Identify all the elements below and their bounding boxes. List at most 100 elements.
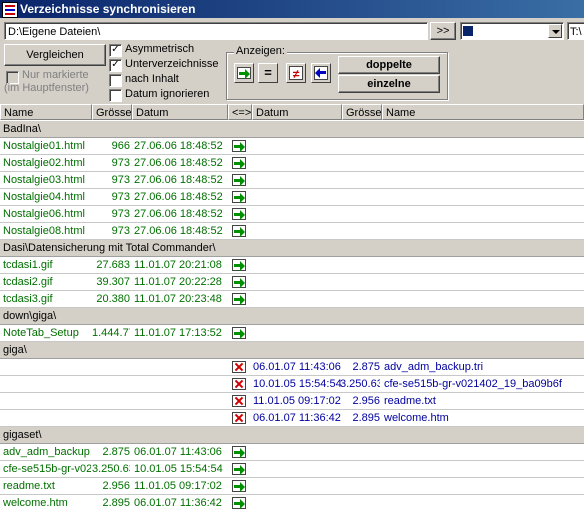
left-size-cell: 27.683	[96, 259, 130, 271]
file-row[interactable]: tcdasi3.gif 20.380 11.01.07 20:23:48	[0, 291, 584, 308]
col-left-size[interactable]: Grösse	[92, 104, 132, 120]
file-row[interactable]: tcdasi2.gif 39.307 11.01.07 20:22:28	[0, 274, 584, 291]
right-size-cell: 2.956	[352, 395, 380, 407]
file-row[interactable]: Nostalgie02.html 973 27.06.06 18:48:52	[0, 155, 584, 172]
by-content-checkbox[interactable]	[109, 74, 122, 87]
chevron-down-icon[interactable]	[548, 24, 562, 38]
file-row[interactable]: welcome.htm 2.895 06.01.07 11:36:42	[0, 495, 584, 511]
file-row[interactable]: 10.01.05 15:54:543.250.630 cfe-se515b-gr-…	[0, 376, 584, 393]
arrow-right-icon[interactable]	[232, 140, 246, 152]
right-date-cell: 11.01.05 09:17:02	[253, 395, 341, 407]
left-name-cell: Nostalgie06.html	[3, 208, 85, 220]
left-name-cell: tcdasi3.gif	[3, 293, 53, 305]
title-bar: Verzeichnisse synchronisieren	[0, 0, 584, 18]
file-row[interactable]: NoteTab_Setup 1.444.776 11.01.07 17:13:52	[0, 325, 584, 342]
arrow-right-icon[interactable]	[232, 293, 246, 305]
delete-icon[interactable]	[232, 395, 246, 407]
col-right-size[interactable]: Grösse	[342, 104, 382, 120]
arrow-right-icon[interactable]	[232, 480, 246, 492]
group-label: down\giga\	[3, 310, 57, 322]
swap-paths-button[interactable]: >>	[430, 22, 456, 40]
group-row[interactable]: Dasi\Datensicherung mit Total Commander\	[0, 240, 584, 257]
group-row[interactable]: gigaset\	[0, 427, 584, 444]
left-size-cell: 39.307	[96, 276, 130, 288]
ignore-date-label: Datum ignorieren	[125, 88, 210, 100]
ignore-date-checkbox[interactable]	[109, 89, 122, 102]
left-date-cell: 06.01.07 11:36:42	[134, 497, 222, 509]
arrow-right-icon[interactable]	[232, 174, 246, 186]
col-right-name[interactable]: Name	[382, 104, 584, 120]
file-row[interactable]: Nostalgie04.html 973 27.06.06 18:48:52	[0, 189, 584, 206]
right-path-field[interactable]	[460, 22, 564, 40]
arrow-right-icon[interactable]	[232, 463, 246, 475]
compare-button[interactable]: Vergleichen	[4, 44, 106, 66]
col-direction[interactable]: <=>	[228, 104, 252, 120]
left-name-cell: Nostalgie08.html	[3, 225, 85, 237]
arrow-right-icon[interactable]	[232, 225, 246, 237]
file-row[interactable]: Nostalgie08.html 973 27.06.06 18:48:52	[0, 223, 584, 240]
group-row[interactable]: giga\	[0, 342, 584, 359]
arrow-right-icon[interactable]	[232, 276, 246, 288]
left-date-cell: 27.06.06 18:48:52	[134, 157, 223, 169]
show-right-newer-button[interactable]	[311, 63, 331, 83]
right-date-cell: 06.01.07 11:36:42	[253, 412, 341, 424]
left-size-cell: 20.380	[96, 293, 130, 305]
group-label: BadIna\	[3, 123, 41, 135]
left-date-cell: 11.01.05 09:17:02	[134, 480, 222, 492]
file-row[interactable]: 11.01.05 09:17:02 2.956 readme.txt	[0, 393, 584, 410]
right-date-cell: 10.01.05 15:54:54	[253, 378, 341, 390]
group-row[interactable]: down\giga\	[0, 308, 584, 325]
file-row[interactable]: 06.01.07 11:36:42 2.895 welcome.htm	[0, 410, 584, 427]
file-row[interactable]: cfe-se515b-gr-v0214023.250.630 10.01.05 1…	[0, 461, 584, 478]
left-size-cell: 973	[111, 191, 130, 203]
arrow-right-icon[interactable]	[232, 208, 246, 220]
arrow-right-icon[interactable]	[232, 497, 246, 509]
delete-icon[interactable]	[232, 378, 246, 390]
right-name-cell: adv_adm_backup.tri	[384, 361, 484, 373]
left-date-cell: 27.06.06 18:48:52	[134, 191, 223, 203]
delete-icon[interactable]	[232, 412, 246, 424]
show-equal-button[interactable]: =	[258, 63, 278, 83]
file-row[interactable]: Nostalgie01.html 966 27.06.06 18:48:52	[0, 138, 584, 155]
left-path-field[interactable]: D:\Eigene Dateien\	[4, 22, 428, 40]
group-label: giga\	[3, 344, 27, 356]
file-row[interactable]: readme.txt 2.956 11.01.05 09:17:02	[0, 478, 584, 495]
subdirs-label: Unterverzeichnisse	[125, 58, 219, 70]
group-label: Dasi\Datensicherung mit Total Commander\	[3, 242, 216, 254]
left-name-cell: tcdasi1.gif	[3, 259, 53, 271]
left-date-cell: 27.06.06 18:48:52	[134, 225, 223, 237]
not-equal-icon: ≠	[289, 66, 303, 81]
col-right-date[interactable]: Datum	[252, 104, 342, 120]
col-left-name[interactable]: Name	[0, 104, 92, 120]
arrow-right-icon[interactable]	[232, 327, 246, 339]
arrow-right-icon[interactable]	[232, 191, 246, 203]
arrow-right-icon[interactable]	[232, 259, 246, 271]
col-left-date[interactable]: Datum	[132, 104, 228, 120]
file-row[interactable]: 06.01.07 11:43:06 2.875 adv_adm_backup.tri	[0, 359, 584, 376]
delete-icon[interactable]	[232, 361, 246, 373]
file-row[interactable]: tcdasi1.gif 27.683 11.01.07 20:21:08	[0, 257, 584, 274]
duplicates-button[interactable]: doppelte	[338, 56, 440, 74]
right-drive-field[interactable]: T:\	[567, 22, 584, 40]
group-row[interactable]: BadIna\	[0, 121, 584, 138]
right-size-cell: 2.875	[352, 361, 380, 373]
left-date-cell: 27.06.06 18:48:52	[134, 140, 223, 152]
left-name-cell: adv_adm_backup.tri	[3, 446, 91, 458]
right-size-cell: 3.250.630	[340, 378, 380, 390]
singles-button[interactable]: einzelne	[338, 75, 440, 93]
show-unequal-button[interactable]: ≠	[286, 63, 306, 83]
file-row[interactable]: adv_adm_backup.tri 2.875 06.01.07 11:43:06	[0, 444, 584, 461]
subdirs-checkbox[interactable]: ✓	[109, 59, 122, 72]
arrow-right-icon	[237, 67, 251, 79]
asymmetric-checkbox[interactable]: ✓	[109, 44, 122, 57]
file-row[interactable]: Nostalgie06.html 973 27.06.06 18:48:52	[0, 206, 584, 223]
arrow-right-icon[interactable]	[232, 446, 246, 458]
show-left-newer-button[interactable]	[234, 63, 254, 83]
app-icon	[2, 2, 18, 18]
file-row[interactable]: Nostalgie03.html 973 27.06.06 18:48:52	[0, 172, 584, 189]
right-name-cell: cfe-se515b-gr-v021402_19_ba09b6f	[384, 378, 562, 390]
right-date-cell: 06.01.07 11:43:06	[253, 361, 341, 373]
arrow-right-icon[interactable]	[232, 157, 246, 169]
left-size-cell: 973	[111, 208, 130, 220]
compare-grid[interactable]: Name Grösse Datum <=> Datum Grösse Name …	[0, 104, 584, 511]
